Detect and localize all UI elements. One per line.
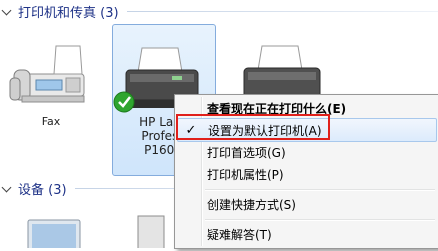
- expand-chevron-icon[interactable]: [2, 6, 12, 16]
- menu-separator: [205, 219, 435, 221]
- printer-icon: [243, 45, 321, 99]
- default-check-badge-icon: [113, 91, 135, 113]
- group-divider: [126, 10, 438, 12]
- menu-item-printer-properties[interactable]: 打印机属性(P): [177, 163, 437, 185]
- expand-chevron-icon[interactable]: [2, 183, 12, 193]
- fax-label: Fax: [41, 115, 61, 128]
- tower-icon: [137, 215, 165, 251]
- menu-separator: [205, 189, 435, 191]
- monitor-device[interactable]: [24, 214, 84, 251]
- menu-item-create-shortcut[interactable]: 创建快捷方式(S): [177, 193, 437, 215]
- fax-icon: [9, 45, 85, 103]
- printers-group-title: 打印机和传真 (3): [18, 5, 119, 21]
- monitor-icon: [27, 219, 81, 251]
- fax-device[interactable]: Fax: [8, 42, 94, 129]
- printers-group-header[interactable]: 打印机和传真 (3): [0, 1, 438, 21]
- highlight-annotation-box: [176, 114, 330, 140]
- devices-group-title: 设备 (3): [18, 182, 67, 198]
- tower-device[interactable]: [130, 214, 170, 251]
- menu-item-troubleshoot[interactable]: 疑难解答(T): [177, 223, 437, 245]
- menu-item-label: 打印机属性(P): [207, 167, 284, 182]
- menu-item-label: 创建快捷方式(S): [207, 197, 296, 212]
- menu-item-label: 打印首选项(G): [207, 145, 286, 160]
- menu-item-label: 疑难解答(T): [207, 227, 272, 242]
- menu-item-printing-preferences[interactable]: 打印首选项(G): [177, 141, 437, 163]
